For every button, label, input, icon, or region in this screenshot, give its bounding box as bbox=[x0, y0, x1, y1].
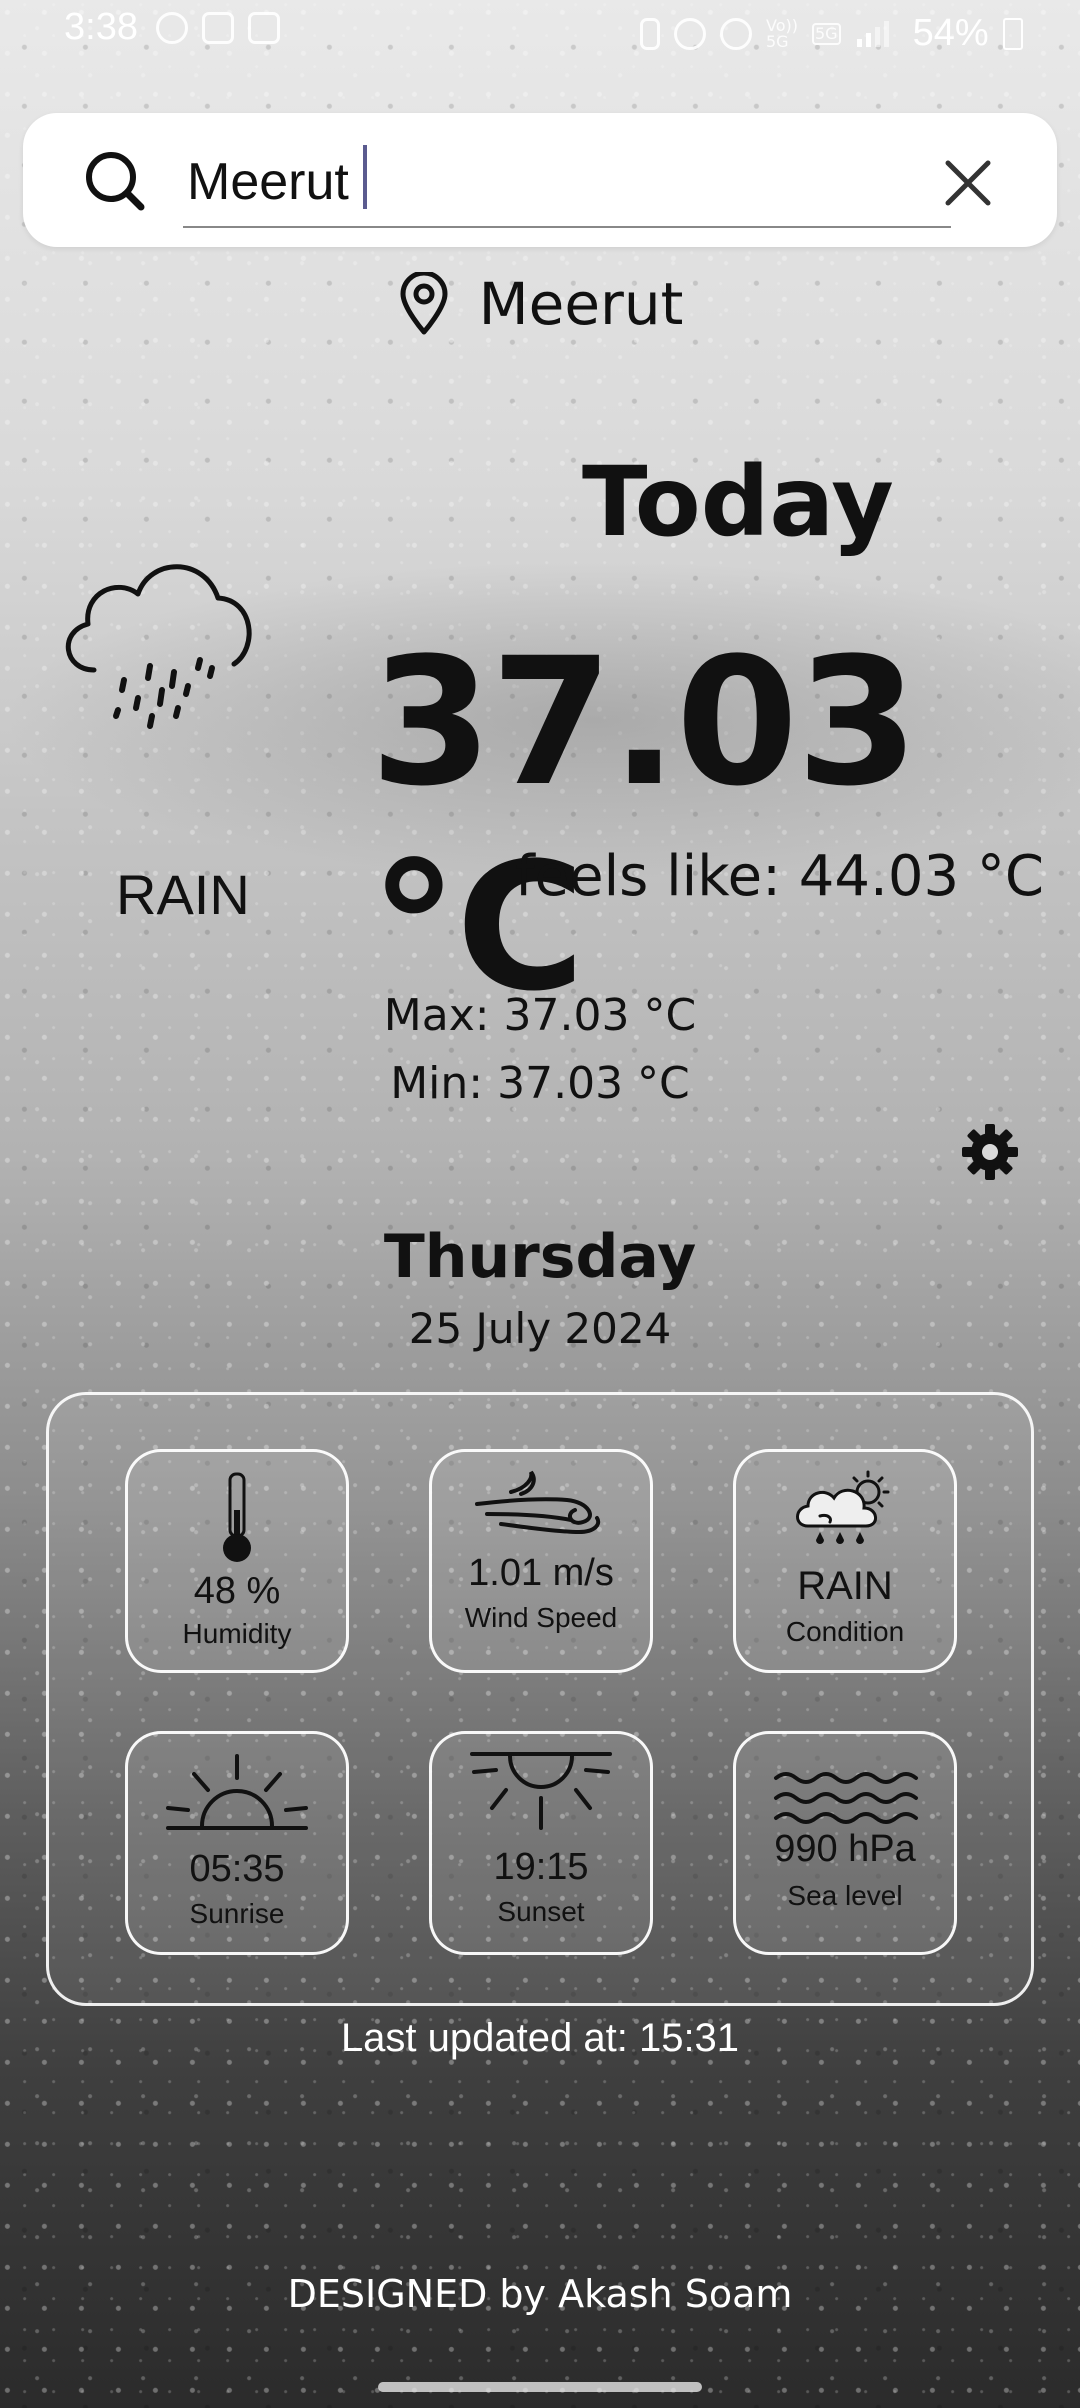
search-icon[interactable] bbox=[83, 149, 147, 213]
status-bar: 3:38 Vo)) 5G 5G 54% bbox=[0, 0, 1080, 64]
5g-badge: 5G bbox=[811, 22, 841, 45]
sunset-icon bbox=[470, 1752, 612, 1830]
date-text: 25 July 2024 bbox=[408, 1304, 672, 1353]
thermometer-icon bbox=[223, 1472, 251, 1562]
last-updated: Last updated at: 15:31 bbox=[340, 2016, 740, 2060]
max-temperature: Max: 37.03 °C bbox=[383, 990, 697, 1041]
gallery-icon bbox=[202, 12, 234, 44]
settings-gear-icon[interactable] bbox=[960, 1122, 1020, 1182]
location-name: Meerut bbox=[478, 270, 684, 338]
feels-like: feels like: 44.03 °C bbox=[514, 844, 1044, 909]
signal-icon bbox=[856, 20, 889, 47]
humidity-value: 48 % bbox=[193, 1570, 281, 1612]
condition-tile-label: Condition bbox=[785, 1616, 905, 1647]
designer-credit: DESIGNED by Akash Soam bbox=[287, 2272, 793, 2316]
details-panel: 48 % Humidity 1.01 m/s Wind Speed RAIN C… bbox=[46, 1392, 1034, 2006]
home-indicator[interactable] bbox=[378, 2382, 702, 2392]
condition-label: RAIN bbox=[116, 863, 250, 926]
wind-speed-tile: 1.01 m/s Wind Speed bbox=[429, 1449, 653, 1673]
wind-speed-value: 1.01 m/s bbox=[468, 1552, 614, 1594]
wind-icon bbox=[475, 1470, 601, 1535]
volte-indicator: Vo)) 5G bbox=[766, 17, 798, 51]
location-row: Meerut bbox=[0, 270, 1080, 338]
current-temperature: 37.03 °C bbox=[370, 620, 919, 1030]
battery-icon bbox=[1002, 17, 1023, 50]
location-pin-icon bbox=[400, 272, 448, 335]
clear-search-icon[interactable] bbox=[938, 153, 998, 213]
status-left-icons bbox=[156, 12, 280, 44]
sunset-label: Sunset bbox=[497, 1896, 585, 1927]
search-bar bbox=[23, 113, 1057, 247]
day-name: Thursday bbox=[383, 1222, 697, 1292]
sunrise-value: 05:35 bbox=[189, 1848, 285, 1890]
whatsapp-icon bbox=[156, 12, 188, 44]
network-5g-label: 5G bbox=[766, 31, 789, 51]
sunrise-tile: 05:35 Sunrise bbox=[125, 1731, 349, 1955]
min-temperature: Min: 37.03 °C bbox=[390, 1058, 690, 1109]
sea-level-value: 990 hPa bbox=[774, 1828, 916, 1870]
rain-cloud-icon bbox=[66, 564, 252, 729]
search-input[interactable] bbox=[183, 138, 951, 228]
lock-icon bbox=[640, 17, 660, 50]
text-cursor bbox=[363, 145, 367, 209]
today-heading: Today bbox=[582, 446, 894, 558]
sea-level-tile: 990 hPa Sea level bbox=[733, 1731, 957, 1955]
waves-icon bbox=[774, 1772, 918, 1824]
status-right-icons: Vo)) 5G 5G 54% bbox=[640, 12, 1023, 55]
cloud-sun-rain-icon bbox=[796, 1470, 890, 1544]
humidity-label: Humidity bbox=[182, 1618, 292, 1649]
wind-speed-label: Wind Speed bbox=[464, 1602, 618, 1633]
alarm-icon bbox=[674, 17, 706, 50]
hotspot-icon bbox=[720, 17, 752, 50]
sunrise-icon bbox=[166, 1754, 308, 1830]
sea-level-label: Sea level bbox=[787, 1880, 903, 1911]
condition-value: RAIN bbox=[797, 1564, 893, 1608]
status-time: 3:38 bbox=[64, 6, 138, 48]
sunrise-label: Sunrise bbox=[189, 1898, 285, 1929]
condition-tile: RAIN Condition bbox=[733, 1449, 957, 1673]
battery-percent: 54% bbox=[912, 12, 989, 54]
sunset-value: 19:15 bbox=[493, 1846, 589, 1888]
humidity-tile: 48 % Humidity bbox=[125, 1449, 349, 1673]
sunset-tile: 19:15 Sunset bbox=[429, 1731, 653, 1955]
calendar-icon bbox=[248, 12, 280, 44]
